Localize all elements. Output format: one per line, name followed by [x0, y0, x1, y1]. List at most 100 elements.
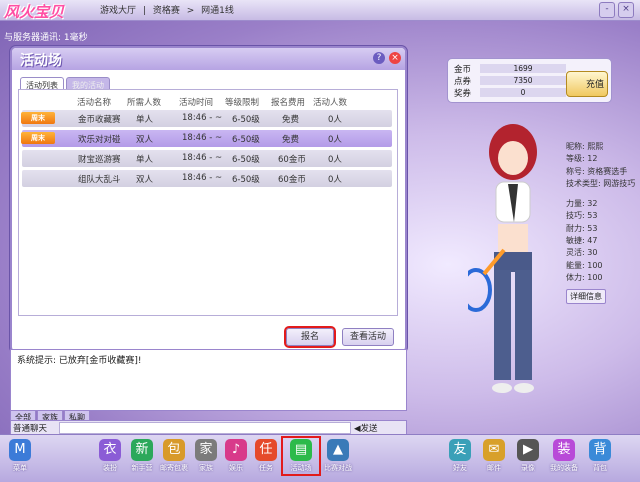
- profile-title: 称号: 资格赛选手: [566, 166, 628, 176]
- equipment-button[interactable]: 装我的装备: [550, 439, 578, 473]
- activity-icon: ▤: [290, 439, 312, 461]
- col-header-fee: 报名费用: [271, 98, 306, 108]
- profile-type: 技术类型: 网游技巧: [566, 178, 636, 188]
- activity-name: 组队大乱斗: [78, 175, 121, 185]
- col-header-level: 等级限制: [225, 98, 260, 108]
- activity-name: 欢乐对对碰: [78, 135, 121, 145]
- activity-fee: 60金币: [278, 155, 306, 165]
- music-icon: ♪: [225, 439, 247, 461]
- friends-icon: 友: [449, 439, 471, 461]
- entertainment-button[interactable]: ♪ 娱乐: [222, 439, 250, 473]
- bag-button[interactable]: 背背包: [586, 439, 614, 473]
- crumb-lobby[interactable]: 游戏大厅: [100, 6, 136, 16]
- house-icon: 家: [195, 439, 217, 461]
- stat-agility: 敏捷: 47: [566, 236, 598, 246]
- profile-nickname: 昵称: 熙熙: [566, 142, 604, 151]
- table-row[interactable]: 周末 欢乐对对碰 双人 18:46 - ~ 6-50级 免费 0人: [21, 130, 392, 147]
- close-icon[interactable]: ×: [389, 52, 401, 64]
- package-icon: 包: [163, 439, 185, 461]
- activity-fee: 免费: [282, 115, 300, 125]
- stat-endurance: 耐力: 53: [566, 223, 598, 233]
- top-bar: 风火宝贝 游戏大厅 | 资格赛 > 网通1线 - ×: [0, 0, 640, 21]
- panel-title: 活动场: [20, 53, 62, 69]
- activity-name: 财宝巡游赛: [78, 155, 121, 165]
- gold-label: 金币: [454, 65, 472, 75]
- activity-fee: 免费: [282, 135, 300, 145]
- table-row[interactable]: 财宝巡游赛 单人 18:46 - ~ 6-50级 60金币 0人: [22, 150, 392, 167]
- mail-icon: ✉: [483, 439, 505, 461]
- col-header-people: 所需人数: [127, 98, 162, 108]
- recharge-button[interactable]: 充值: [566, 71, 608, 97]
- dress-icon: 衣: [99, 439, 121, 461]
- activity-count: 0人: [328, 175, 342, 185]
- activity-list: 活动名称 所需人数 活动时间 等级限制 报名费用 活动人数 周末 金币收藏赛 单…: [18, 89, 398, 316]
- crumb-qualifier[interactable]: 资格赛: [153, 6, 180, 16]
- activity-count: 0人: [328, 135, 342, 145]
- camp-button[interactable]: 新新手营: [128, 439, 156, 473]
- activity-time: 18:46 - ~: [182, 173, 223, 183]
- activity-level: 6-50级: [232, 115, 260, 125]
- weekend-badge: 周末: [21, 112, 55, 124]
- stat-strength: 力量: 32: [566, 199, 598, 209]
- weekend-badge: 周末: [21, 132, 55, 144]
- chat-log[interactable]: 系统提示: 已放弃[金币收藏赛]!: [10, 349, 407, 411]
- profile-level: 等级: 12: [566, 154, 598, 164]
- activity-count: 0人: [328, 155, 342, 165]
- chat-channel-select[interactable]: 普通聊天: [13, 422, 47, 434]
- minimize-button[interactable]: -: [599, 2, 615, 18]
- activity-fee: 60金币: [278, 175, 306, 185]
- friends-button[interactable]: 友好友: [446, 439, 474, 473]
- send-button[interactable]: ◀发送: [354, 422, 378, 434]
- menu-button[interactable]: M 菜单: [6, 439, 34, 473]
- activity-people: 单人: [136, 115, 154, 125]
- activity-level: 6-50级: [232, 135, 260, 145]
- stat-skill: 技巧: 53: [566, 211, 598, 221]
- activity-time: 18:46 - ~: [182, 113, 223, 123]
- video-button[interactable]: ▶ 录像: [514, 439, 542, 473]
- activity-button[interactable]: ▤ 活动场: [281, 436, 321, 476]
- dress-button[interactable]: 衣装扮: [96, 439, 124, 473]
- crumb-sep: |: [142, 6, 146, 16]
- ticket-value: 0: [480, 88, 566, 97]
- view-activity-button[interactable]: 查看活动: [342, 328, 394, 346]
- crumb-sep: >: [186, 6, 195, 16]
- profile-info: 昵称: 熙熙 等级: 12 称号: 资格赛选手 技术类型: 网游技巧 力量: 3…: [566, 141, 635, 284]
- system-message: 系统提示: 已放弃[金币收藏赛]!: [17, 356, 142, 366]
- table-row[interactable]: 周末 金币收藏赛 单人 18:46 - ~ 6-50级 免费 0人: [21, 110, 392, 127]
- ticket-label: 奖券: [454, 89, 472, 99]
- help-icon[interactable]: ?: [373, 52, 385, 64]
- mail-button[interactable]: ✉ 邮件: [480, 439, 508, 473]
- activity-panel: 活动场 ? × 活动列表 我的活动 活动名称 所需人数 活动时间 等级限制 报名…: [10, 46, 407, 353]
- close-window-button[interactable]: ×: [618, 2, 634, 18]
- breadcrumb: 游戏大厅 | 资格赛 > 网通1线: [100, 3, 238, 16]
- activity-people: 双人: [136, 175, 154, 185]
- activity-count: 0人: [328, 115, 342, 125]
- video-icon: ▶: [517, 439, 539, 461]
- detail-button[interactable]: 详细信息: [566, 289, 606, 304]
- task-button[interactable]: 任任务: [252, 439, 280, 473]
- package-button[interactable]: 包邮寄包裹: [160, 439, 188, 473]
- task-icon: 任: [255, 439, 277, 461]
- chat-input[interactable]: [59, 422, 351, 434]
- col-header-time: 活动时间: [179, 98, 214, 108]
- table-row[interactable]: 组队大乱斗 双人 18:46 - ~ 6-50级 60金币 0人: [22, 170, 392, 187]
- gear-icon: 装: [553, 439, 575, 461]
- activity-level: 6-50级: [232, 175, 260, 185]
- col-header-count: 活动人数: [313, 98, 348, 108]
- bottom-toolbar: M 菜单 衣装扮 新新手营 包邮寄包裹 家家族 ♪ 娱乐 任任务 ▤ 活动场 ▲ 比赛对…: [0, 434, 640, 482]
- camp-icon: 新: [131, 439, 153, 461]
- crumb-server[interactable]: 网通1线: [201, 6, 234, 16]
- game-logo: 风火宝贝: [4, 3, 65, 21]
- panel-titlebar: 活动场 ? ×: [12, 48, 405, 70]
- battle-button[interactable]: ▲ 比赛对战: [324, 439, 352, 473]
- family-button[interactable]: 家家族: [192, 439, 220, 473]
- activity-people: 双人: [136, 135, 154, 145]
- activity-people: 单人: [136, 155, 154, 165]
- gold-value: 1699: [480, 64, 566, 73]
- stat-flexibility: 灵活: 30: [566, 248, 598, 258]
- battle-icon: ▲: [327, 439, 349, 461]
- menu-icon: M: [9, 439, 31, 461]
- coupon-value: 7350: [480, 76, 566, 85]
- signup-button[interactable]: 报名: [284, 326, 336, 348]
- bag-icon: 背: [589, 439, 611, 461]
